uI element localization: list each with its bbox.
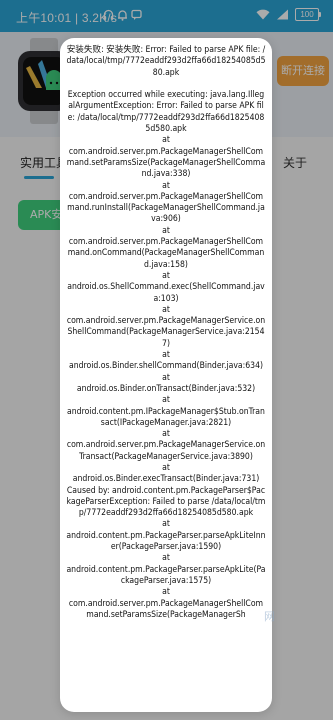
install-error-dialog: 安装失败: 安装失败: Error: Failed to parse APK f… (60, 38, 272, 712)
error-message: 安装失败: 安装失败: Error: Failed to parse APK f… (66, 45, 266, 620)
watermark-text: 网 (264, 610, 275, 623)
